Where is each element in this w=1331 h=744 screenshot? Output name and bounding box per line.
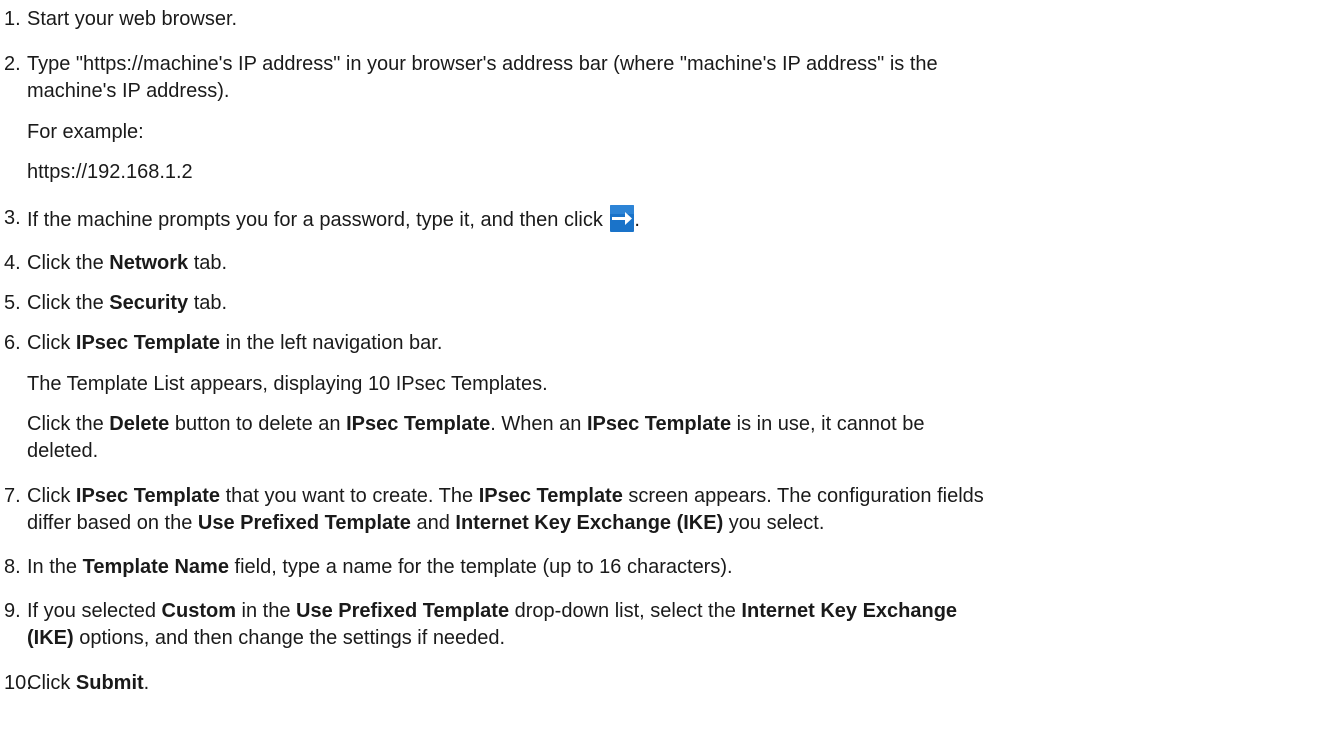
network-term: Network xyxy=(109,252,189,274)
instruction-document: 1. Start your web browser. 2. Type "http… xyxy=(4,8,984,694)
right-arrow-icon xyxy=(610,205,635,232)
ipsec-template-term: IPsec Template xyxy=(75,332,221,354)
security-term: Security xyxy=(109,292,189,314)
submit-term: Submit xyxy=(75,672,144,694)
